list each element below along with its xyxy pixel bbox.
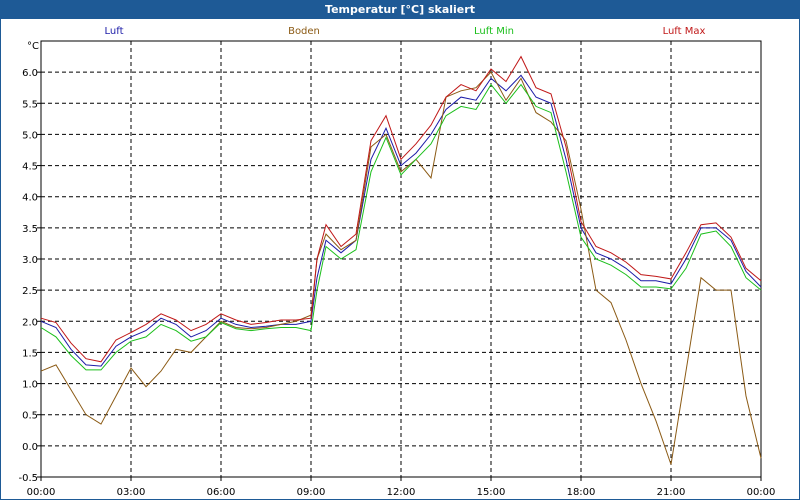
legend: Luft Boden Luft Min Luft Max — [105, 26, 706, 37]
x-tick-time: 06:00 — [207, 487, 236, 498]
y-axis-label: °C — [27, 41, 39, 52]
y-tick-label: 4.0 — [22, 193, 38, 204]
y-tick-label: 0.0 — [22, 442, 38, 453]
y-tick-label: 3.5 — [22, 224, 38, 235]
y-tick-label: 4.5 — [22, 162, 38, 173]
legend-entry: Boden — [288, 26, 320, 37]
temperature-chart: -0.5 0.0 0.5 1.0 1.5 2.0 2.5 3.0 3.5 4.0 4.5 5.0 5.5… — [18, 26, 776, 498]
y-tick-label: 2.5 — [22, 286, 38, 297]
legend-entry: Luft Min — [474, 26, 514, 37]
x-tick-time: 12:00 — [387, 487, 416, 498]
x-tick-time: 18:00 — [567, 487, 596, 498]
y-tick-label: 6.0 — [22, 68, 38, 79]
legend-entry: Luft Max — [663, 26, 706, 37]
y-tick-label: 1.0 — [22, 380, 38, 391]
x-tick-time: 00:00 — [27, 487, 56, 498]
y-axis: -0.5 0.0 0.5 1.0 1.5 2.0 2.5 3.0 3.5 4.0 4.5 5.0 5.5… — [18, 68, 41, 484]
x-tick-time: 15:00 — [477, 487, 506, 498]
y-tick-label: 2.0 — [22, 317, 38, 328]
x-tick-time: 21:00 — [657, 487, 686, 498]
x-tick-time: 03:00 — [117, 487, 146, 498]
y-tick-label: -0.5 — [18, 473, 38, 484]
y-tick-label: 5.5 — [22, 99, 38, 110]
chart-window: Temperatur [°C] skaliert -0.5 0.0 0.5 1.0 1.… — [0, 0, 800, 500]
legend-entry: Luft — [105, 26, 124, 37]
x-axis: 00:0001.03.2503:0001.03.2506:0001.03.250… — [27, 477, 776, 498]
y-tick-label: 5.0 — [22, 130, 38, 141]
y-tick-label: 1.5 — [22, 348, 38, 359]
y-tick-label: 0.5 — [22, 411, 38, 422]
x-tick-time: 00:00 — [747, 487, 776, 498]
y-tick-label: 3.0 — [22, 255, 38, 266]
window-title: Temperatur [°C] skaliert — [1, 1, 799, 19]
x-tick-time: 09:00 — [297, 487, 326, 498]
